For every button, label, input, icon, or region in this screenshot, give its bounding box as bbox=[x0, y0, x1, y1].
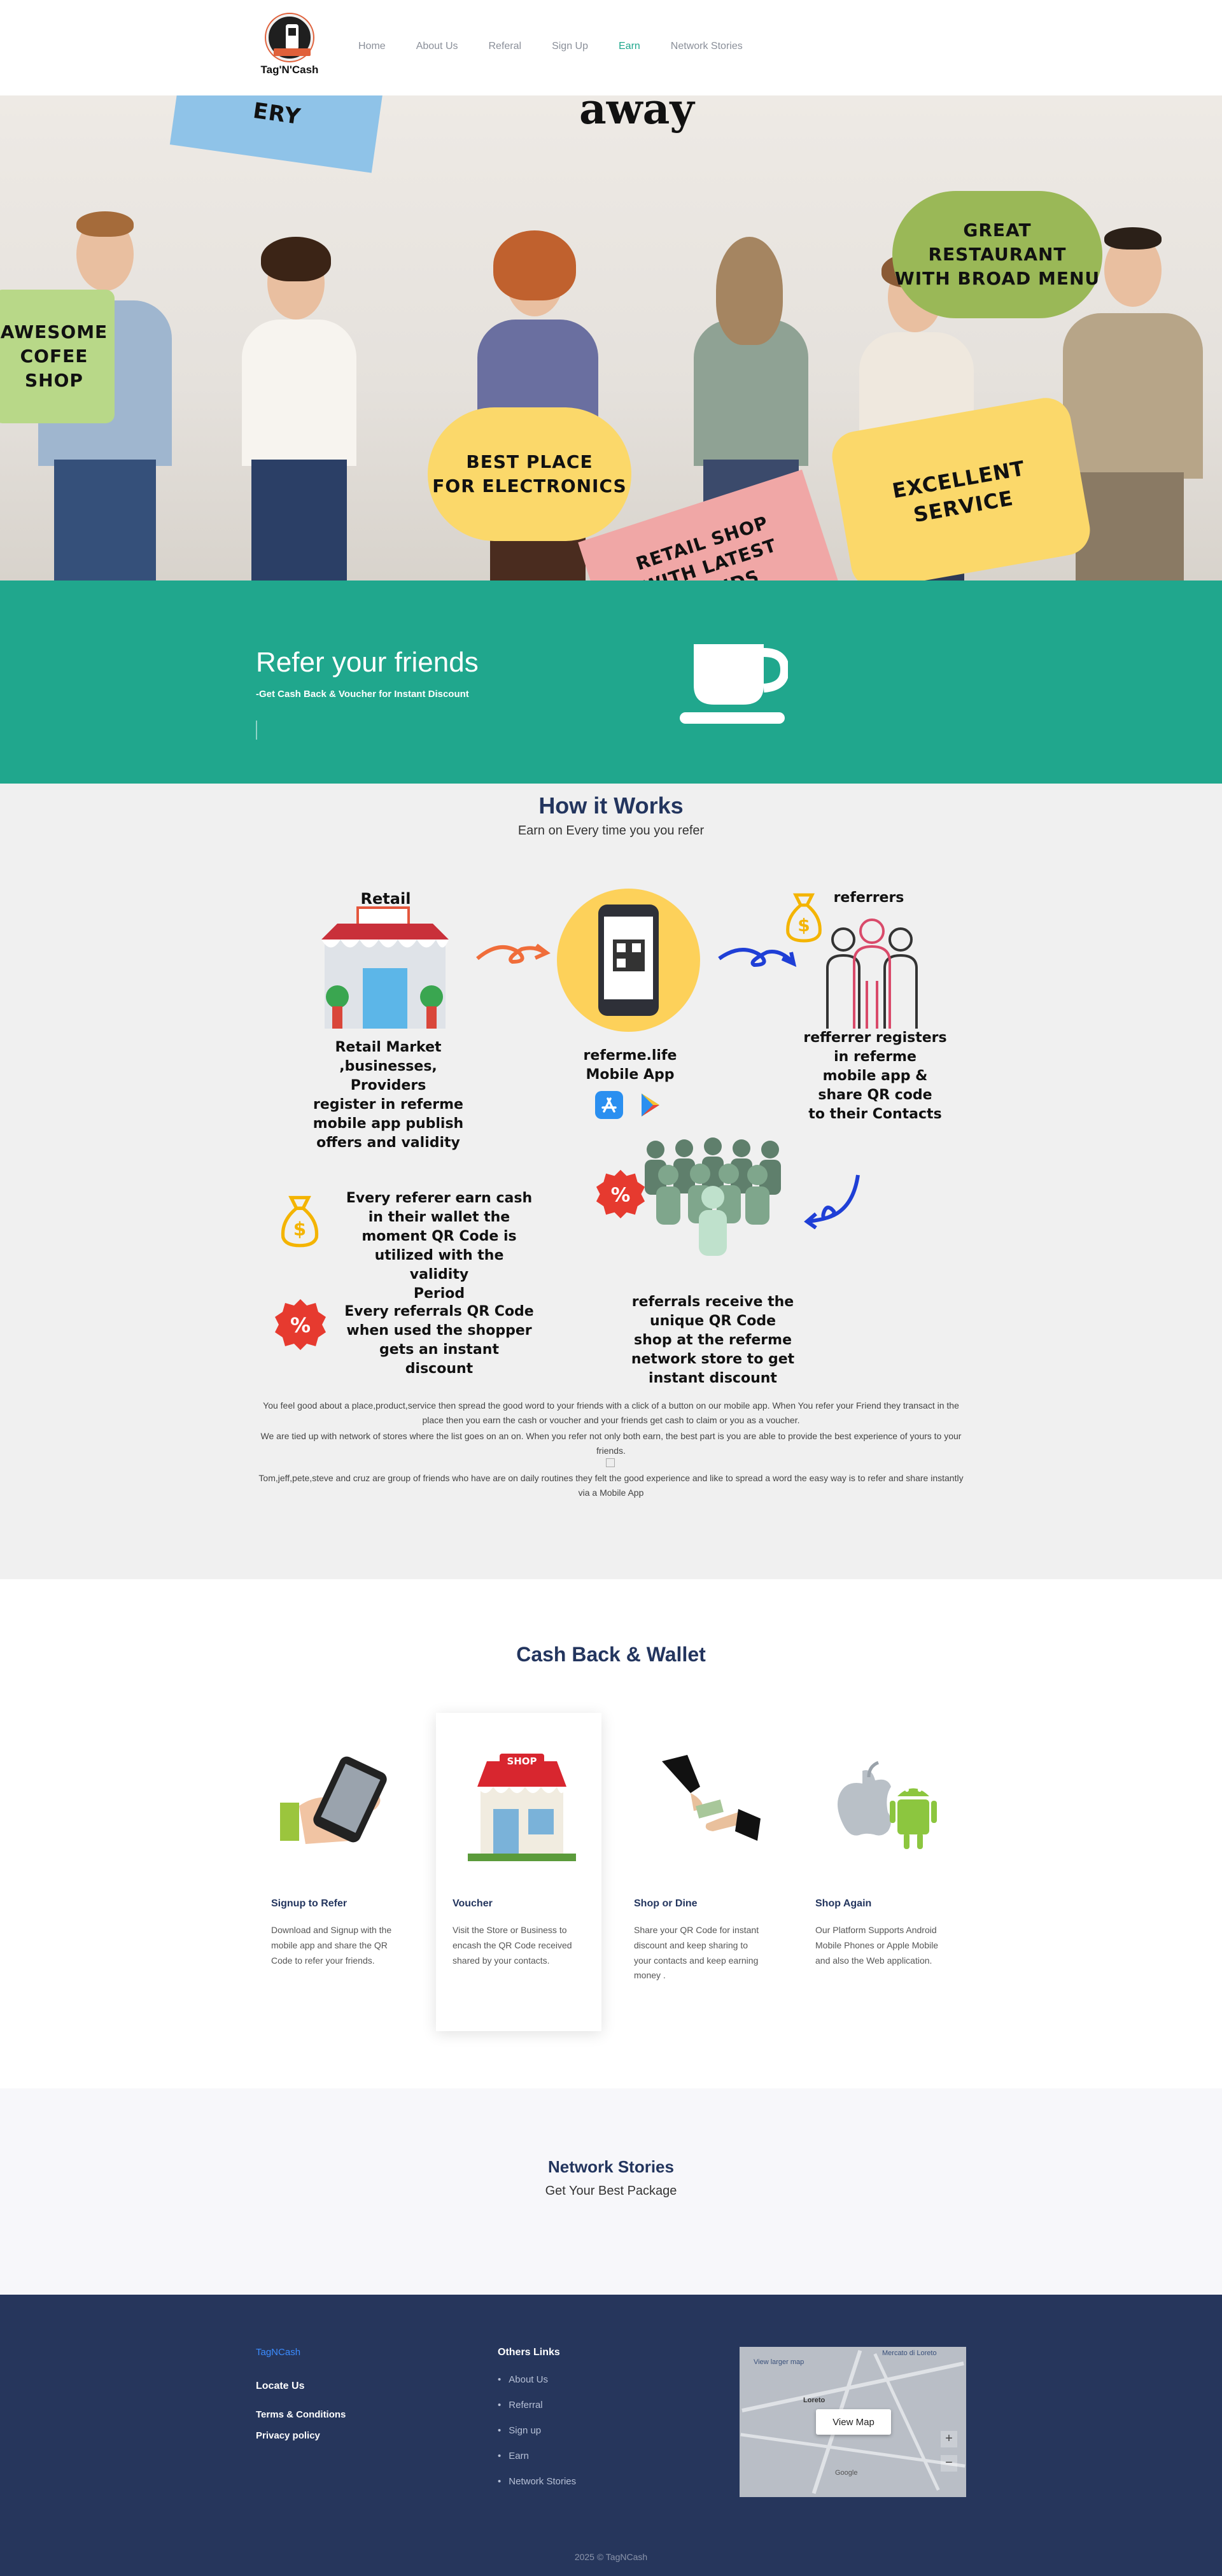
card-description: Visit the Store or Business to encash th… bbox=[453, 1925, 572, 1966]
footer-privacy-link[interactable]: Privacy policy bbox=[256, 2430, 320, 2441]
card-description: Our Platform Supports Android Mobile Pho… bbox=[815, 1925, 939, 1966]
card-title: Signup to Refer bbox=[271, 1898, 348, 1909]
footer-brand-link[interactable]: TagNCash bbox=[256, 2347, 300, 2358]
coffee-cup-icon bbox=[680, 644, 788, 724]
refer-divider bbox=[256, 721, 257, 740]
refer-friends-banner: Refer your friends -Get Cash Back & Vouc… bbox=[0, 581, 1222, 784]
map-view-larger-link[interactable]: View larger map bbox=[754, 2358, 804, 2366]
card-title: Shop or Dine bbox=[634, 1898, 698, 1909]
hero-banner: away ERY AWESOME COFEE SHOP BEST PLACE F… bbox=[0, 95, 1222, 581]
sign-awesome-coffee: AWESOME COFEE SHOP bbox=[0, 290, 115, 423]
discount-badge-2-icon: % bbox=[596, 1169, 645, 1219]
svg-text:$: $ bbox=[797, 915, 810, 936]
card-description: Download and Signup with the mobile app … bbox=[271, 1925, 392, 1966]
nav-network-stories[interactable]: Network Stories bbox=[671, 41, 743, 52]
footer-others-title: Others Links bbox=[498, 2347, 560, 2358]
retail-description: Retail Market ,businesses, Providers reg… bbox=[313, 1039, 464, 1151]
sign-top-left: ERY bbox=[169, 95, 384, 173]
card-shop-again: Shop Again Our Platform Supports Android… bbox=[799, 1713, 964, 2031]
nav-about-us[interactable]: About Us bbox=[416, 41, 458, 52]
map-label-google: Google bbox=[835, 2469, 858, 2477]
map-zoom-out-icon[interactable]: − bbox=[941, 2455, 957, 2472]
arrow-orange-icon bbox=[476, 943, 551, 964]
footer-link-earn[interactable]: Earn bbox=[498, 2451, 576, 2476]
cashback-title: Cash Back & Wallet bbox=[516, 1643, 706, 1666]
footer-link-network-stories[interactable]: Network Stories bbox=[498, 2476, 576, 2502]
map-label-loreto: Loreto bbox=[803, 2397, 825, 2404]
network-title: Network Stories bbox=[548, 2157, 674, 2176]
cash-handover-icon bbox=[662, 1755, 761, 1841]
card-description: Share your QR Code for instant discount … bbox=[634, 1925, 759, 1981]
shop-sign-text: SHOP bbox=[507, 1756, 537, 1767]
shop-storefront-icon: SHOP bbox=[468, 1754, 576, 1861]
svg-text:$: $ bbox=[293, 1218, 306, 1240]
nav-referal[interactable]: Referal bbox=[489, 41, 522, 52]
svg-text:%: % bbox=[290, 1313, 311, 1337]
referrals-description: referrals receive the unique QR Code sho… bbox=[631, 1294, 795, 1386]
app-store-icon[interactable] bbox=[595, 1091, 623, 1119]
arrow-blue-curl-icon bbox=[804, 1174, 860, 1229]
sign-best-place-electronics: BEST PLACE FOR ELECTRONICS bbox=[428, 407, 631, 541]
logo-badge-icon bbox=[266, 14, 313, 61]
how-subtitle: Earn on Every time you you refer bbox=[517, 824, 705, 838]
how-it-works-section: How it Works Earn on Every time you you … bbox=[0, 784, 1222, 1579]
card-shop-or-dine: Shop or Dine Share your QR Code for inst… bbox=[617, 1713, 783, 2031]
nav-home[interactable]: Home bbox=[358, 41, 386, 52]
money-bag-earn-icon: $ bbox=[281, 1195, 319, 1248]
view-map-button[interactable]: View Map bbox=[816, 2409, 891, 2435]
card-title: Voucher bbox=[453, 1898, 493, 1909]
refer-subtitle: -Get Cash Back & Voucher for Instant Dis… bbox=[256, 689, 469, 700]
brand-logo[interactable]: Tag'N'Cash bbox=[255, 14, 325, 84]
network-stories-section: Network Stories Get Your Best Package bbox=[0, 2088, 1222, 2295]
site-footer: TagNCash Locate Us Terms & Conditions Pr… bbox=[0, 2295, 1222, 2576]
refer-title: Refer your friends bbox=[256, 647, 479, 678]
hand-phone-icon bbox=[280, 1756, 387, 1844]
nav-sign-up[interactable]: Sign Up bbox=[552, 41, 588, 52]
main-menu: Home About Us Referal Sign Up Earn Netwo… bbox=[358, 41, 773, 52]
card-voucher: SHOP Voucher Visit the Store or Business… bbox=[436, 1713, 601, 2031]
referrers-description: refferrer registers in referme mobile ap… bbox=[803, 1030, 947, 1122]
discount-badge-icon: % bbox=[275, 1299, 326, 1350]
top-navbar: Tag'N'Cash Home About Us Referal Sign Up… bbox=[0, 0, 1222, 95]
how-paragraph-2: We are tied up with network of stores wh… bbox=[260, 1431, 962, 1456]
money-bag-icon: $ bbox=[786, 893, 822, 943]
footer-links-list: About Us Referral Sign up Earn Network S… bbox=[498, 2374, 576, 2502]
card-title: Shop Again bbox=[815, 1898, 872, 1909]
retail-store-icon bbox=[321, 906, 449, 1029]
nav-earn[interactable]: Earn bbox=[619, 41, 640, 52]
footer-locate-us: Locate Us bbox=[256, 2381, 305, 2391]
footer-terms-link[interactable]: Terms & Conditions bbox=[256, 2409, 346, 2420]
sign-great-restaurant: GREAT RESTAURANT WITH BROAD MENU bbox=[892, 191, 1102, 318]
logo-text: Tag'N'Cash bbox=[260, 64, 319, 76]
footer-link-sign-up[interactable]: Sign up bbox=[498, 2425, 576, 2451]
how-paragraph-1: You feel good about a place,product,serv… bbox=[263, 1400, 959, 1426]
svg-text:%: % bbox=[611, 1184, 631, 1206]
earn-description: Every referer earn cash in their wallet … bbox=[346, 1190, 533, 1302]
network-subtitle: Get Your Best Package bbox=[545, 2184, 677, 2198]
map-label-mercato: Mercato di Loreto bbox=[882, 2349, 937, 2357]
arrow-blue-icon bbox=[718, 948, 797, 968]
broken-image-icon bbox=[606, 1458, 615, 1467]
apple-android-icon bbox=[838, 1761, 937, 1849]
google-play-icon[interactable] bbox=[636, 1091, 664, 1119]
how-title: How it Works bbox=[538, 792, 684, 819]
footer-link-about-us[interactable]: About Us bbox=[498, 2374, 576, 2400]
embedded-map[interactable]: View larger map Mercato di Loreto Loreto… bbox=[740, 2347, 966, 2497]
referrers-label: referrers bbox=[833, 890, 904, 906]
footer-copyright: 2025 © TagNCash bbox=[574, 2552, 648, 2562]
discount-description: Every referrals QR Code when used the sh… bbox=[344, 1304, 534, 1377]
footer-link-referral[interactable]: Referral bbox=[498, 2400, 576, 2425]
card-signup-to-refer: Signup to Refer Download and Signup with… bbox=[255, 1713, 420, 2031]
cashback-wallet-section: Cash Back & Wallet Signup to Refer Downl… bbox=[0, 1579, 1222, 2088]
how-paragraph-3: Tom,jeff,pete,steve and cruz are group o… bbox=[258, 1473, 964, 1498]
hero-top-text: away bbox=[579, 95, 694, 134]
phone-qr-icon bbox=[598, 904, 659, 1016]
referrers-group-icon bbox=[826, 918, 918, 1029]
referrals-crowd-icon bbox=[645, 1137, 781, 1256]
app-description: referme.life Mobile App bbox=[583, 1048, 677, 1083]
person-2-image bbox=[229, 186, 369, 581]
map-zoom-in-icon[interactable]: + bbox=[941, 2431, 957, 2447]
